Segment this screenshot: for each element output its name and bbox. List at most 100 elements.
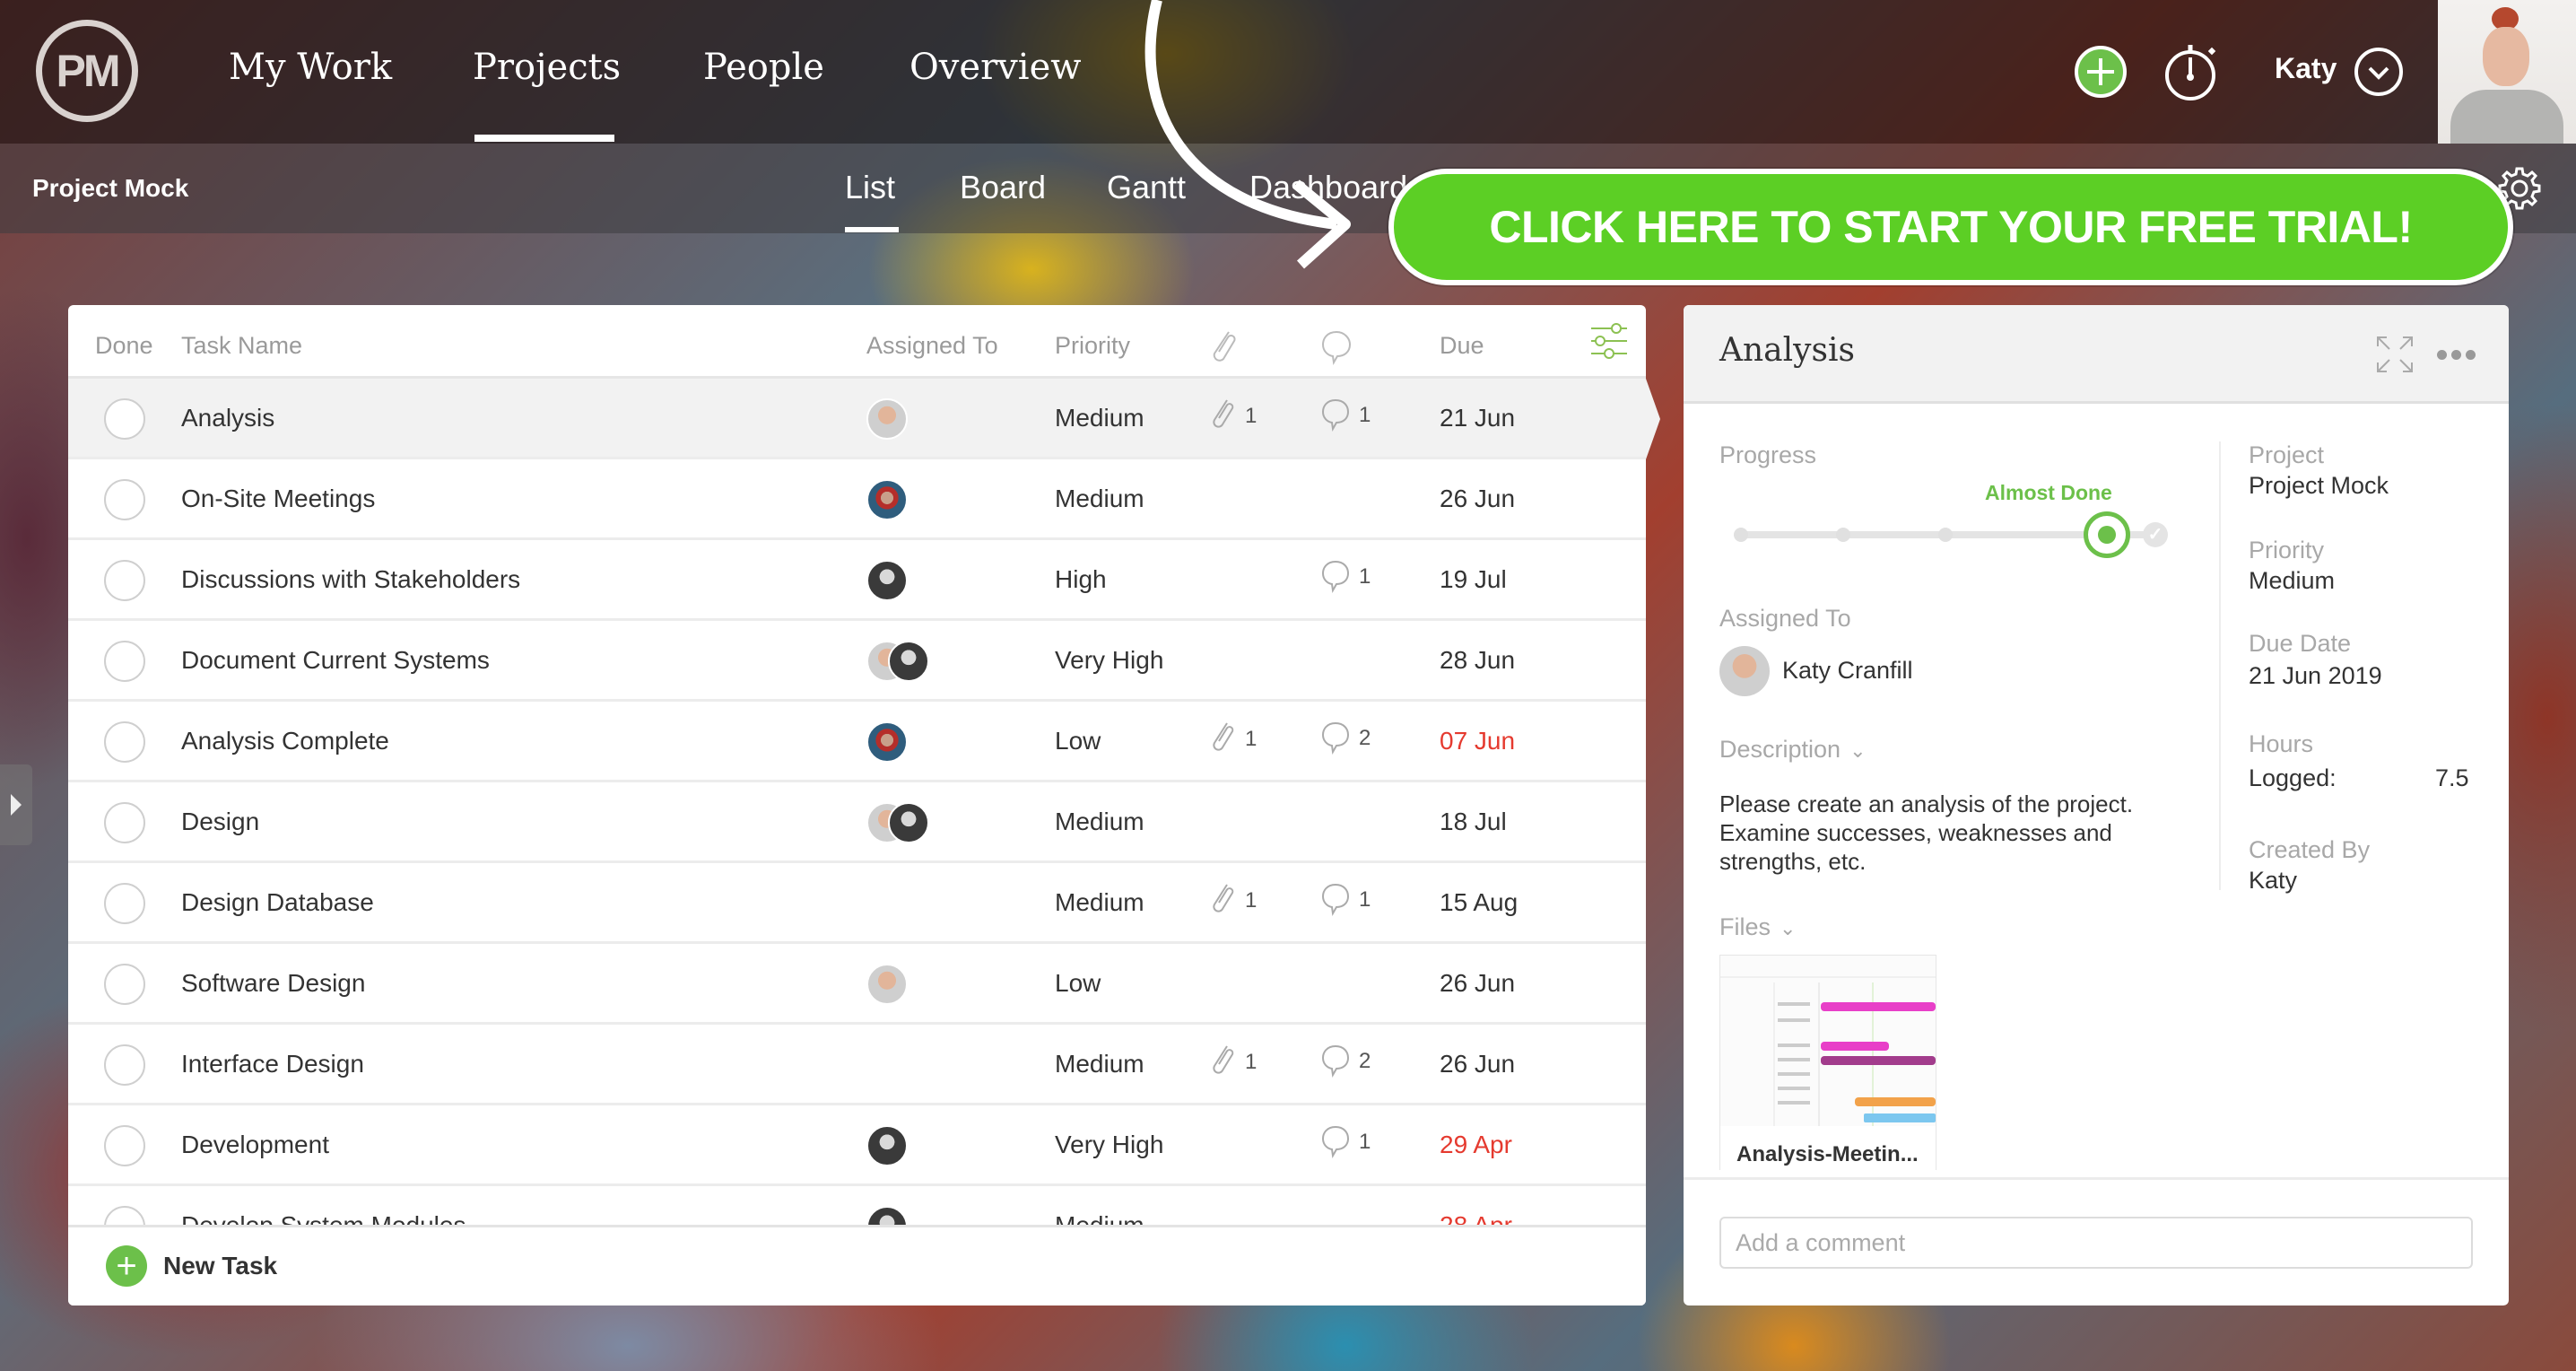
task-due-date[interactable]: 29 Apr [1440,1131,1512,1159]
task-name[interactable]: Document Current Systems [181,646,490,675]
attachment-count[interactable]: 1 [1207,1043,1257,1082]
task-row[interactable]: Design Database Medium 1 1 15 Aug [68,863,1646,944]
user-name[interactable]: Katy [2275,52,2337,85]
task-name[interactable]: Design Database [181,888,374,917]
task-complete-checkbox[interactable] [104,721,145,763]
task-name[interactable]: Discussions with Stakeholders [181,565,520,594]
task-priority[interactable]: Medium [1055,485,1144,513]
assignee-avatar[interactable] [866,479,908,520]
task-complete-checkbox[interactable] [104,1044,145,1086]
task-due-date[interactable]: 18 Jul [1440,808,1507,836]
task-complete-checkbox[interactable] [104,964,145,1005]
free-trial-cta-button[interactable]: CLICK HERE TO START YOUR FREE TRIAL! [1388,169,2513,285]
assignee-avatar[interactable] [866,721,908,763]
chevron-down-icon[interactable] [2354,47,2404,97]
comment-count[interactable]: 1 [1319,397,1371,434]
due-date-value[interactable]: 21 Jun 2019 [2249,662,2382,690]
task-priority[interactable]: Low [1055,727,1101,755]
comment-column-icon[interactable] [1319,328,1353,366]
task-name[interactable]: Analysis Complete [181,727,389,755]
task-due-date[interactable]: 28 Jun [1440,646,1515,675]
column-due[interactable]: Due [1440,332,1484,360]
task-priority[interactable]: Medium [1055,404,1144,432]
assignee-avatar[interactable] [866,964,908,1005]
progress-step[interactable] [1938,528,1953,542]
comment-count[interactable]: 1 [1319,881,1371,919]
attachment-count[interactable]: 1 [1207,720,1257,759]
task-complete-checkbox[interactable] [104,641,145,682]
task-row[interactable]: Document Current Systems Very High 28 Jun [68,621,1646,702]
progress-step-current[interactable] [2084,511,2130,558]
task-row[interactable]: Analysis Medium 1 1 21 Jun [68,379,1646,459]
task-priority[interactable]: Medium [1055,808,1144,836]
task-due-date[interactable]: 21 Jun [1440,404,1515,432]
nav-overview[interactable]: Overview [909,47,1081,88]
file-attachment[interactable]: Analysis-Meetin... [1719,955,1936,1170]
comment-count[interactable]: 1 [1319,1123,1371,1161]
description-toggle[interactable]: Description ⌄ [1719,736,1867,764]
task-complete-checkbox[interactable] [104,479,145,520]
expand-icon[interactable] [2374,334,2415,375]
progress-step[interactable] [1734,528,1748,542]
attachment-column-icon[interactable] [1205,327,1240,366]
progress-step[interactable] [1836,528,1850,542]
nav-people[interactable]: People [703,47,824,88]
task-due-date[interactable]: 26 Jun [1440,969,1515,998]
assignee-avatar[interactable] [866,560,908,601]
nav-my-work[interactable]: My Work [229,47,392,88]
task-due-date[interactable]: 26 Jun [1440,1050,1515,1078]
tab-board[interactable]: Board [960,169,1046,206]
filter-sliders-icon[interactable] [1589,321,1629,361]
task-due-date[interactable]: 15 Aug [1440,888,1518,917]
task-priority[interactable]: Medium [1055,1050,1144,1078]
assignee-avatar[interactable] [866,1125,908,1166]
task-complete-checkbox[interactable] [104,560,145,601]
priority-value[interactable]: Medium [2249,567,2335,595]
task-priority[interactable]: Very High [1055,1131,1163,1159]
attachment-count[interactable]: 1 [1207,397,1257,436]
task-priority[interactable]: High [1055,565,1107,594]
app-logo[interactable]: PM [36,20,138,122]
comment-count[interactable]: 2 [1319,720,1371,757]
assignee-avatar[interactable] [1719,646,1770,696]
column-priority[interactable]: Priority [1055,332,1130,360]
assignee-name[interactable]: Katy Cranfill [1782,657,1913,685]
task-name[interactable]: Analysis [181,404,274,432]
user-avatar[interactable] [2438,0,2576,144]
task-complete-checkbox[interactable] [104,398,145,440]
task-row[interactable]: Interface Design Medium 1 2 26 Jun [68,1025,1646,1105]
task-complete-checkbox[interactable] [104,802,145,843]
comment-count[interactable]: 1 [1319,558,1371,596]
logged-hours-value[interactable]: 7.5 [2435,764,2469,792]
task-name[interactable]: Interface Design [181,1050,364,1078]
task-row[interactable]: Design Medium 18 Jul [68,782,1646,863]
add-comment-input[interactable] [1719,1217,2473,1269]
tab-list[interactable]: List [845,169,895,206]
nav-projects[interactable]: Projects [473,47,621,88]
task-priority[interactable]: Medium [1055,888,1144,917]
new-task-button[interactable]: + New Task [106,1245,277,1287]
column-done[interactable]: Done [95,332,153,360]
task-name[interactable]: Software Design [181,969,365,998]
task-complete-checkbox[interactable] [104,1125,145,1166]
assignee-avatar[interactable] [888,802,929,843]
task-row[interactable]: Development Very High 1 29 Apr [68,1105,1646,1186]
task-row[interactable]: On-Site Meetings Medium 26 Jun [68,459,1646,540]
assignee-avatar[interactable] [866,398,908,440]
stopwatch-icon[interactable] [2163,39,2223,102]
task-priority[interactable]: Low [1055,969,1101,998]
column-assigned-to[interactable]: Assigned To [866,332,998,360]
more-options-icon[interactable] [2437,350,2476,360]
task-name[interactable]: On-Site Meetings [181,485,375,513]
detail-title[interactable]: Analysis [1719,332,1855,369]
comment-count[interactable]: 2 [1319,1043,1371,1080]
project-value[interactable]: Project Mock [2249,472,2389,500]
task-name[interactable]: Development [181,1131,329,1159]
task-due-date[interactable]: 07 Jun [1440,727,1515,755]
column-task-name[interactable]: Task Name [181,332,302,360]
task-complete-checkbox[interactable] [104,883,145,924]
task-priority[interactable]: Very High [1055,646,1163,675]
progress-stepper[interactable]: ✓ [1734,511,2168,558]
task-due-date[interactable]: 19 Jul [1440,565,1507,594]
task-row[interactable]: Discussions with Stakeholders High 1 19 Jul [68,540,1646,621]
